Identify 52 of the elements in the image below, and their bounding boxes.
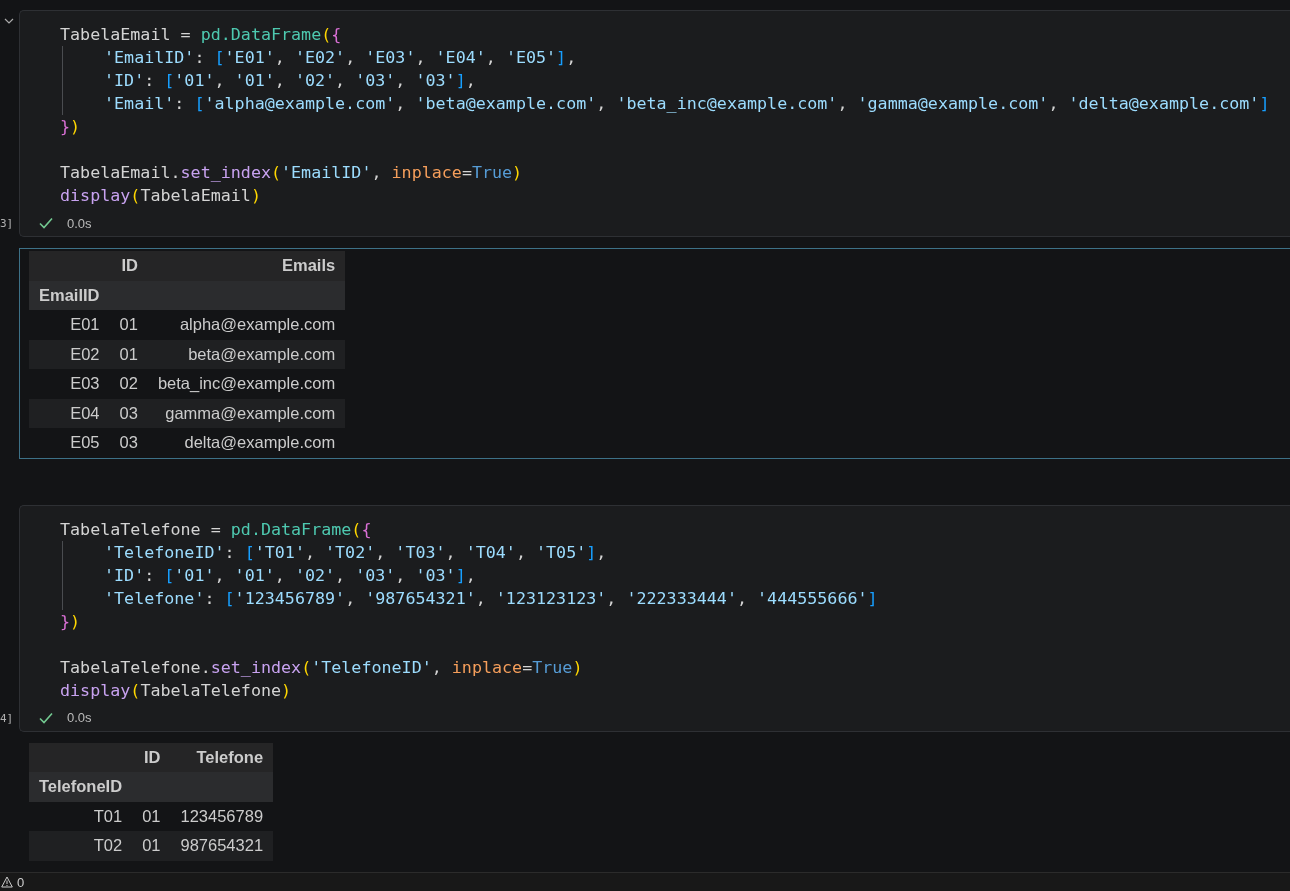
table-cell: 01 (132, 831, 171, 861)
table-cell: 03 (109, 398, 148, 428)
table-cell: 01 (132, 801, 171, 831)
code-line: 'ID': ['01', '01', '02', '03', '03'], (62, 563, 1290, 587)
code-line: display(TabelaTelefone) (60, 678, 293, 702)
table-cell: 02 (109, 369, 148, 399)
table-cell: gamma@example.com (147, 398, 346, 428)
column-header: ID (132, 742, 171, 772)
code-line: display(TabelaEmail) (60, 184, 262, 207)
row-index: E03 (29, 369, 110, 399)
code-editor[interactable] (19, 10, 1290, 237)
chevron-icon[interactable] (4, 18, 14, 24)
execution-time: 0.0s (67, 710, 92, 725)
code-line: 'TelefoneID': ['T01', 'T02', 'T03', 'T04', 'T05'], (62, 540, 1290, 564)
index-header: EmailID (29, 280, 110, 310)
code-line: }) (60, 115, 82, 138)
row-index: E02 (29, 339, 110, 369)
column-header: Telefone (170, 742, 274, 772)
table-cell: alpha@example.com (147, 310, 346, 340)
row-index: T02 (29, 831, 133, 861)
execution-time: 0.0s (67, 215, 92, 231)
execution-count: 3] (0, 216, 15, 232)
row-index: T01 (29, 801, 133, 831)
table-cell: 01 (109, 339, 148, 369)
table-cell: 123456789 (170, 801, 274, 831)
table-cell: beta@example.com (147, 339, 346, 369)
code-line: }) (60, 609, 82, 633)
check-icon (39, 217, 53, 229)
code-line: TabelaTelefone.set_index('TelefoneID', inplace=True) (60, 655, 584, 679)
code-line: 'EmailID': ['E01', 'E02', 'E03', 'E04', 'E05'], (62, 46, 1290, 69)
execution-count: 4] (0, 710, 15, 727)
column-header: Emails (147, 251, 346, 281)
table-cell: beta_inc@example.com (147, 369, 346, 399)
table-cell: delta@example.com (147, 428, 346, 458)
column-header: ID (109, 251, 148, 281)
code-line: 'Telefone': ['123456789', '987654321', '123123123', '222333444', '444555666'] (62, 586, 1290, 610)
code-line: TabelaTelefone = pd.DataFrame({ (60, 517, 373, 541)
check-icon (39, 711, 53, 724)
row-index: E04 (29, 398, 110, 428)
code-line: 'Email': ['alpha@example.com', 'beta@example.com', 'beta_inc@example.com', 'gamma@example.com', 'delta@example.com'] (62, 92, 1290, 115)
table-cell: 987654321 (170, 831, 274, 861)
index-header: TelefoneID (29, 772, 133, 802)
code-line: TabelaEmail.set_index('EmailID', inplace=True) (60, 161, 524, 184)
table-cell: 03 (109, 428, 148, 458)
warning-icon[interactable] (1, 876, 13, 888)
code-line: 'ID': ['01', '01', '02', '03', '03'], (62, 69, 1290, 92)
code-editor[interactable] (19, 504, 1290, 732)
warning-count[interactable]: 0 (17, 874, 25, 890)
row-index: E01 (29, 310, 110, 340)
row-index: E05 (29, 428, 110, 458)
table-cell: 01 (109, 310, 148, 340)
code-line: TabelaEmail = pd.DataFrame({ (60, 23, 343, 46)
